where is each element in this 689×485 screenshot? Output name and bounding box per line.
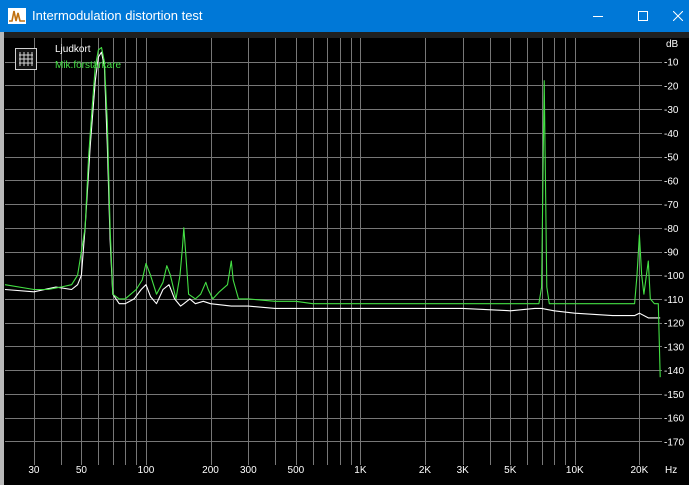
x-axis-labels: 30 50 100 200 300 500 1K 2K 3K 5K 10K 20K Hz: [28, 465, 677, 476]
x-tick-label: 1K: [354, 465, 367, 476]
title-bar[interactable]: Intermodulation distortion test: [0, 0, 689, 32]
y-tick-label: -30: [664, 105, 679, 116]
y-tick-label: -90: [664, 248, 679, 259]
grid-lines: [5, 38, 662, 465]
waveform-icon: [8, 8, 26, 24]
series-layer: [4, 46, 661, 378]
y-axis-labels: dB -10 -20 -30 -40 -50 -60 -70 -80 -90 -100 -110 -12…: [664, 39, 684, 448]
x-tick-label: 10K: [566, 465, 584, 476]
maximize-icon: [638, 11, 648, 21]
y-tick-label: -10: [664, 58, 679, 69]
x-tick-label: 5K: [504, 465, 517, 476]
y-tick-label: -80: [664, 224, 679, 235]
x-tick-label: 2K: [419, 465, 432, 476]
series-line-mik-forstarkare: [4, 46, 661, 378]
grid-icon: [19, 52, 33, 66]
spectrum-chart[interactable]: dB -10 -20 -30 -40 -50 -60 -70 -80 -90 -100 -110 -12…: [0, 32, 689, 485]
maximize-button[interactable]: [620, 0, 666, 32]
x-tick-label: 500: [288, 465, 305, 476]
x-tick-label: 200: [202, 465, 219, 476]
y-tick-label: -170: [664, 437, 684, 448]
y-tick-label: -20: [664, 81, 679, 92]
y-unit-label: dB: [666, 39, 679, 50]
y-tick-label: -100: [664, 271, 684, 282]
legend-grid-icon[interactable]: [15, 48, 37, 70]
y-tick-label: -70: [664, 200, 679, 211]
y-tick-label: -120: [664, 319, 684, 330]
x-tick-label: 30: [28, 465, 40, 476]
y-tick-label: -50: [664, 153, 679, 164]
close-button[interactable]: [665, 0, 689, 32]
x-tick-label: 3K: [457, 465, 470, 476]
y-tick-label: -150: [664, 390, 684, 401]
x-tick-label: 20K: [631, 465, 649, 476]
y-tick-label: -130: [664, 342, 684, 353]
y-tick-label: -160: [664, 414, 684, 425]
legend-entry-mik-forstarkare: Mik.förstärkare: [55, 60, 122, 71]
y-tick-label: -110: [664, 295, 684, 306]
legend-entry-ljudkort: Ljudkort: [55, 44, 91, 55]
y-tick-label: -140: [664, 366, 684, 377]
x-tick-label: 300: [240, 465, 257, 476]
y-tick-label: -60: [664, 176, 679, 187]
series-line-ljudkort: [4, 51, 661, 319]
window-title: Intermodulation distortion test: [32, 8, 203, 23]
x-tick-label: 50: [76, 465, 88, 476]
y-tick-label: -40: [664, 129, 679, 140]
minimize-button[interactable]: [575, 0, 621, 32]
minimize-icon: [593, 16, 603, 17]
close-icon: [673, 11, 683, 21]
x-unit-label: Hz: [665, 465, 677, 476]
x-tick-label: 100: [138, 465, 155, 476]
